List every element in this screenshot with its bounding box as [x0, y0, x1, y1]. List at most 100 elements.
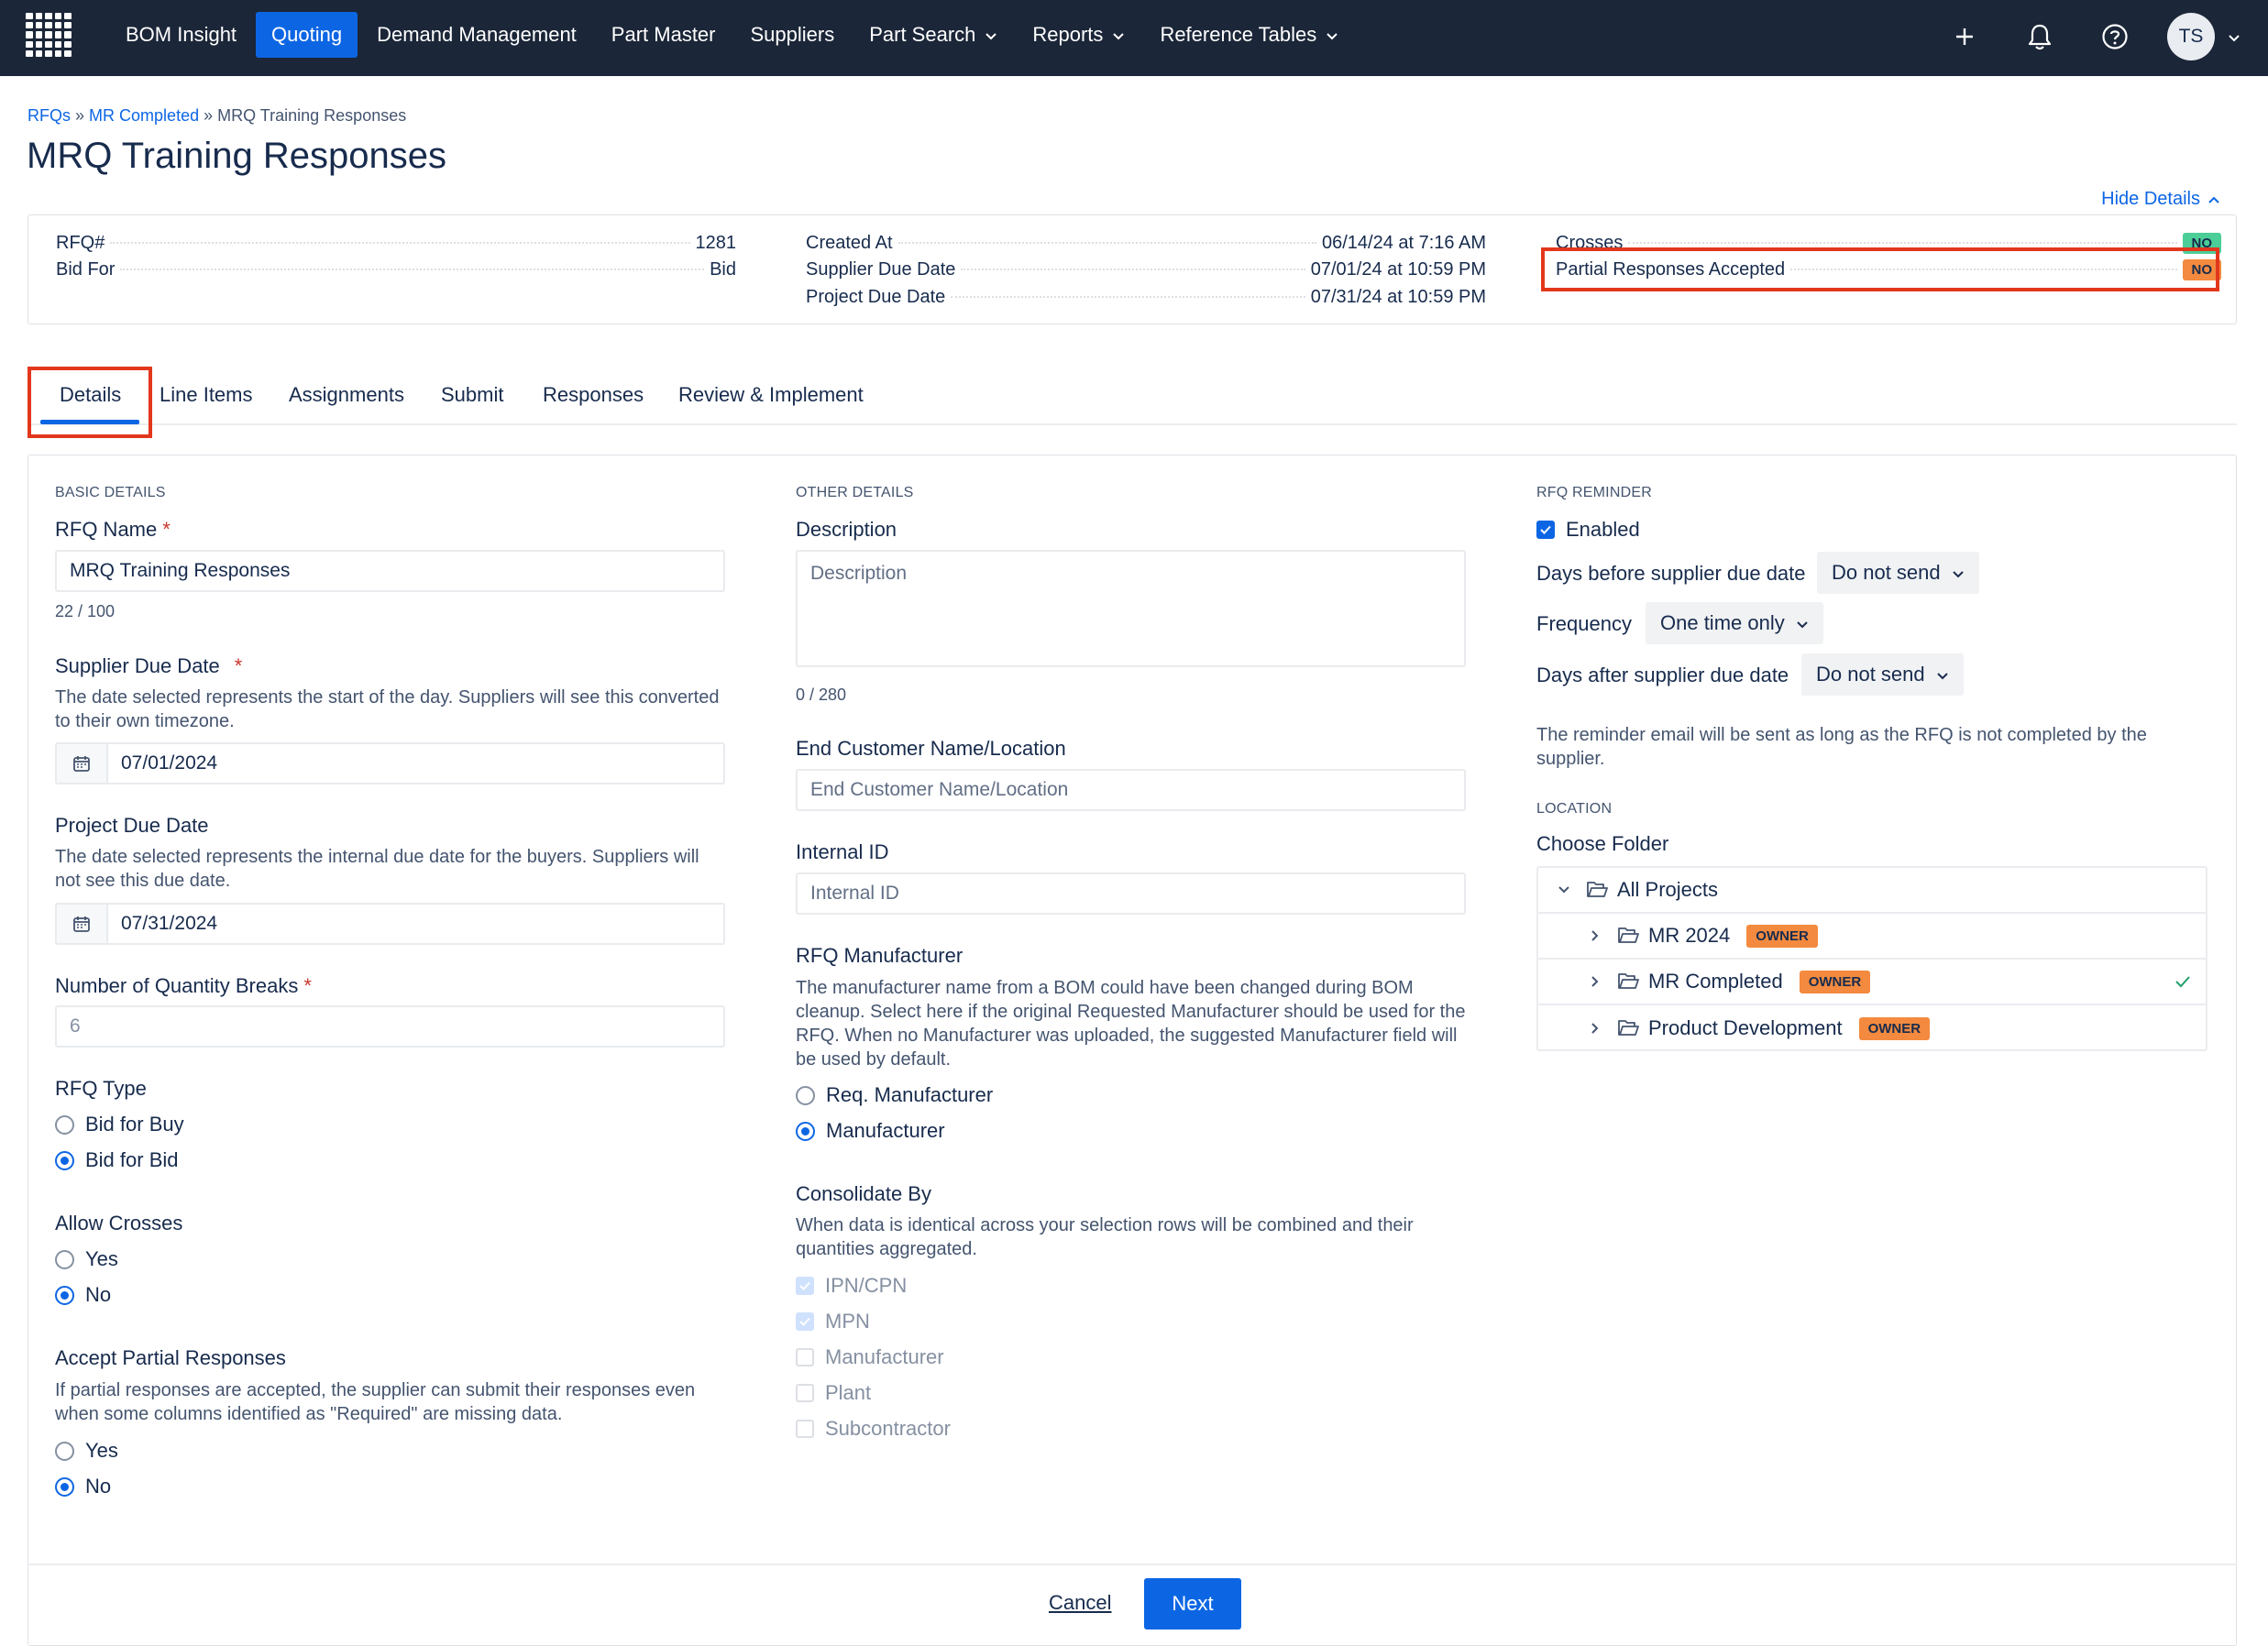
days-before-select[interactable]: Do not send — [1817, 552, 1979, 594]
folder-name: All Projects — [1617, 878, 1719, 901]
next-button[interactable]: Next — [1144, 1578, 1241, 1630]
radio-button[interactable] — [55, 1285, 74, 1305]
checkbox-manufacturer: Manufacturer — [796, 1345, 944, 1369]
chevron-right-icon[interactable] — [1584, 929, 1606, 942]
internal-id-input[interactable]: Internal ID — [796, 872, 1466, 915]
chevron-right-icon[interactable] — [1584, 975, 1606, 988]
select-value: Do not send — [1816, 663, 1925, 686]
summary-value: 06/14/24 at 7:16 AM — [1321, 232, 1486, 253]
radio-button[interactable] — [55, 1476, 74, 1497]
field-label: Days before supplier due date — [1536, 562, 1806, 585]
tab-bar: Details Line Items Assignments Submit Re… — [28, 367, 2237, 425]
field-label: RFQ Name * — [55, 518, 171, 541]
project-due-date-picker[interactable]: 07/31/2024 — [55, 903, 725, 945]
radio-allow-crosses-no[interactable]: No — [55, 1283, 111, 1307]
nav-item-label: Demand Management — [377, 22, 577, 46]
radio-manufacturer[interactable]: Manufacturer — [796, 1119, 945, 1143]
folder-open-icon — [1586, 881, 1608, 899]
nav-item-label: Part Search — [869, 22, 976, 46]
chevron-down-icon — [1952, 561, 1965, 585]
radio-button[interactable] — [55, 1114, 74, 1135]
nav-item-reference-tables[interactable]: Reference Tables — [1144, 12, 1354, 58]
tab-review-implement[interactable]: Review & Implement — [678, 383, 864, 407]
nav-item-part-master[interactable]: Part Master — [596, 12, 732, 58]
calendar-icon[interactable] — [57, 744, 108, 783]
field-label: Frequency — [1536, 612, 1632, 635]
calendar-icon[interactable] — [57, 905, 108, 943]
nav-item-suppliers[interactable]: Suppliers — [735, 12, 851, 58]
tab-submit[interactable]: Submit — [441, 383, 503, 407]
nav-item-bom-insight[interactable]: BOM Insight — [110, 12, 252, 58]
date-value: 07/31/2024 — [121, 913, 218, 934]
rfq-name-input[interactable]: MRQ Training Responses — [55, 550, 725, 592]
radio-partial-no[interactable]: No — [55, 1475, 111, 1498]
tab-responses[interactable]: Responses — [543, 383, 644, 407]
top-nav: BOM Insight Quoting Demand Management Pa… — [0, 0, 2268, 76]
checkbox-label: MPN — [825, 1310, 870, 1333]
radio-partial-yes[interactable]: Yes — [55, 1439, 118, 1463]
summary-value: Bid — [710, 258, 736, 280]
radio-bid-for-buy[interactable]: Bid for Buy — [55, 1113, 184, 1136]
radio-req-manufacturer[interactable]: Req. Manufacturer — [796, 1083, 993, 1107]
tree-row-mr-completed[interactable]: MR Completed OWNER — [1538, 960, 2206, 1005]
avatar[interactable]: TS — [2167, 13, 2215, 60]
description-textarea[interactable]: Description — [796, 550, 1466, 667]
help-icon[interactable] — [2094, 16, 2136, 58]
nav-item-quoting[interactable]: Quoting — [256, 11, 358, 58]
radio-label: Yes — [85, 1439, 118, 1462]
nav-item-part-search[interactable]: Part Search — [853, 12, 1013, 58]
field-label: End Customer Name/Location — [796, 737, 1066, 760]
radio-label: No — [85, 1475, 112, 1498]
folder-name: MR 2024 — [1648, 924, 1731, 947]
hide-details-link[interactable]: Hide Details — [2101, 189, 2220, 210]
checkbox-label: Enabled — [1566, 518, 1640, 541]
radio-allow-crosses-yes[interactable]: Yes — [55, 1247, 118, 1271]
bell-icon[interactable] — [2019, 16, 2061, 58]
tab-line-items[interactable]: Line Items — [160, 383, 253, 407]
checkbox-label: Manufacturer — [825, 1345, 944, 1368]
folder-name: Product Development — [1648, 1016, 1843, 1039]
radio-button[interactable] — [55, 1249, 74, 1269]
field-label-text: RFQ Name — [55, 518, 158, 541]
radio-button[interactable] — [796, 1085, 815, 1105]
checkbox-mpn: MPN — [796, 1310, 870, 1333]
end-customer-input[interactable]: End Customer Name/Location — [796, 769, 1466, 811]
checkbox — [796, 1312, 814, 1331]
chevron-down-icon — [1112, 23, 1125, 47]
tree-row-product-development[interactable]: Product Development OWNER — [1538, 1005, 2206, 1051]
avatar-initials: TS — [2178, 26, 2204, 47]
tab-assignments[interactable]: Assignments — [289, 383, 404, 407]
checkbox[interactable] — [1536, 521, 1555, 539]
supplier-due-date-picker[interactable]: 07/01/2024 — [55, 742, 725, 785]
form-footer — [28, 1564, 2237, 1646]
radio-bid-for-bid[interactable]: Bid for Bid — [55, 1148, 179, 1172]
tree-row-all-projects[interactable]: All Projects — [1538, 868, 2206, 914]
radio-button[interactable] — [55, 1441, 74, 1461]
radio-button[interactable] — [796, 1121, 815, 1141]
select-value: Do not send — [1832, 561, 1941, 584]
nav-item-reports[interactable]: Reports — [1017, 12, 1140, 58]
days-after-select[interactable]: Do not send — [1801, 653, 1964, 696]
chevron-right-icon[interactable] — [1584, 1022, 1606, 1035]
checkbox-subcontractor: Subcontractor — [796, 1417, 951, 1441]
radio-label: Manufacturer — [826, 1119, 945, 1142]
chevron-down-icon — [1936, 663, 1949, 686]
breadcrumb-separator: » — [75, 106, 85, 125]
help-text: The date selected represents the start o… — [55, 687, 720, 731]
radio-button[interactable] — [55, 1150, 74, 1170]
plus-icon[interactable] — [1943, 16, 1986, 58]
cancel-button[interactable]: Cancel — [1049, 1591, 1111, 1615]
help-text: When data is identical across your selec… — [796, 1215, 1414, 1259]
chevron-down-icon[interactable] — [1553, 885, 1575, 894]
breadcrumb-link-mr-completed[interactable]: MR Completed — [89, 106, 199, 125]
summary-label: Bid For — [56, 258, 116, 280]
tree-row-mr-2024[interactable]: MR 2024 OWNER — [1538, 914, 2206, 960]
radio-label: Yes — [85, 1247, 118, 1270]
breadcrumb-link-rfqs[interactable]: RFQs — [28, 106, 71, 125]
quantity-breaks-input[interactable]: 6 — [55, 1005, 725, 1048]
app-grid-logo-icon[interactable] — [26, 13, 72, 57]
checkbox-reminder-enabled[interactable]: Enabled — [1536, 518, 1640, 542]
frequency-select[interactable]: One time only — [1646, 602, 1823, 644]
chevron-down-icon[interactable] — [2228, 25, 2240, 49]
nav-item-demand-management[interactable]: Demand Management — [361, 12, 592, 58]
